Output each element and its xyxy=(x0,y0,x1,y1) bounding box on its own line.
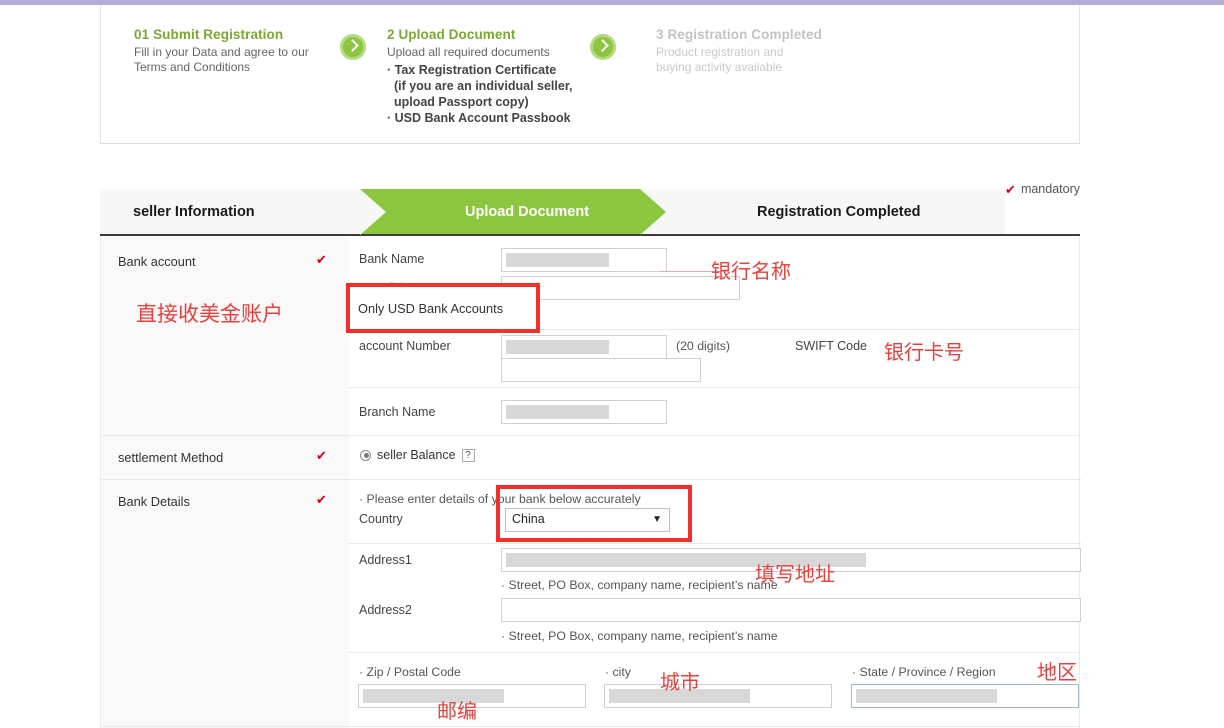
bank-name-label: Bank Name xyxy=(359,252,425,266)
divider xyxy=(349,543,1081,544)
tab-registration-completed[interactable]: Registration Completed xyxy=(640,189,1005,235)
bank-name-input[interactable] xyxy=(501,248,667,272)
step-3-desc: Product registration and buying activity… xyxy=(656,45,784,74)
annotation-card-number-cn: 银行卡号 xyxy=(884,340,964,364)
divider xyxy=(101,726,1081,727)
tab-seller-information[interactable]: seller Information xyxy=(100,189,360,235)
registration-steps-panel: 01 Submit Registration Fill in your Data… xyxy=(100,5,1080,144)
address2-label: Address2 xyxy=(359,603,412,617)
arrow-right-icon-2 xyxy=(590,34,616,60)
annotation-box-country xyxy=(496,485,692,542)
annotation-zip-cn: 邮编 xyxy=(437,699,477,723)
annotation-bank-name-cn: 银行名称 xyxy=(711,259,791,283)
divider xyxy=(349,387,1081,388)
step-1-title: 01 Submit Registration xyxy=(134,27,284,42)
address2-input[interactable] xyxy=(501,598,1081,622)
section-bank-account-cell: Bank account ✔ xyxy=(101,237,349,435)
annotation-receive-usd-cn: 直接收美金账户 xyxy=(136,302,283,326)
required-check-icon: ✔ xyxy=(316,492,327,507)
settlement-seller-balance-label: seller Balance xyxy=(377,448,456,462)
section-bank-details-label: Bank Details xyxy=(118,494,190,509)
help-icon[interactable]: ? xyxy=(461,448,475,462)
page-root: 01 Submit Registration Fill in your Data… xyxy=(0,0,1224,728)
zip-label: · Zip / Postal Code xyxy=(359,665,461,679)
tab-upload-document[interactable]: Upload Document xyxy=(360,189,640,235)
step-1-desc: Fill in your Data and agree to our Terms… xyxy=(134,45,309,74)
section-settlement-method-label: settlement Method xyxy=(118,450,224,465)
tab-upload-document-label: Upload Document xyxy=(465,204,590,220)
annotation-city-cn: 城市 xyxy=(660,670,700,694)
step-1: 01 Submit Registration Fill in your Data… xyxy=(134,27,349,75)
annotation-region-cn: 地区 xyxy=(1037,660,1077,684)
masked-value xyxy=(506,253,609,267)
radio-icon[interactable] xyxy=(360,449,371,461)
step-2-bullet: · Tax Registration Certificate xyxy=(387,63,557,77)
tab-registration-completed-label: Registration Completed xyxy=(757,204,921,220)
tabbar-underline xyxy=(100,234,1080,236)
required-check-icon: ✔ xyxy=(316,448,327,463)
required-check-icon: ✔ xyxy=(316,252,327,267)
city-input[interactable] xyxy=(604,684,832,708)
step-3: 3 Registration Completed Product registr… xyxy=(656,27,886,75)
step-2-bullet: upload Passport copy) xyxy=(387,95,529,109)
city-label: · city xyxy=(605,665,631,679)
settlement-seller-balance-option[interactable]: seller Balance ? xyxy=(360,448,475,462)
masked-value xyxy=(506,405,609,419)
annotation-address-cn: 填写地址 xyxy=(755,562,835,586)
address2-hint: · Street, PO Box, company name, recipien… xyxy=(501,629,778,643)
branch-name-label: Branch Name xyxy=(359,405,436,419)
address1-label: Address1 xyxy=(359,553,412,567)
step-2-bullet: (if you are an individual seller, xyxy=(387,79,573,93)
step-2-bullets: · Tax Registration Certificate (if you a… xyxy=(387,62,637,126)
swift-code-label: SWIFT Code xyxy=(795,339,868,353)
mandatory-legend: ✔ mandatory xyxy=(1005,182,1080,196)
arrow-right-icon-1 xyxy=(340,34,366,60)
divider xyxy=(349,652,1081,653)
state-input[interactable] xyxy=(851,684,1079,708)
annotation-box-usd-only: Only USD Bank Accounts xyxy=(346,283,540,333)
section-bank-account-label: Bank account xyxy=(118,254,196,269)
section-settlement-method-cell: settlement Method ✔ xyxy=(101,436,349,479)
address1-hint: · Street, PO Box, company name, recipien… xyxy=(501,578,778,592)
progress-tabbar: seller Information Upload Document Regis… xyxy=(100,182,1080,236)
account-digits-hint: (20 digits) xyxy=(676,339,730,353)
mandatory-label: mandatory xyxy=(1020,182,1080,196)
masked-value xyxy=(506,340,609,354)
step-3-title: 3 Registration Completed xyxy=(656,27,822,42)
account-number-input[interactable] xyxy=(501,335,667,359)
branch-name-input[interactable] xyxy=(501,400,667,424)
tab-seller-information-label: seller Information xyxy=(133,204,255,220)
section-bank-details-cell: Bank Details ✔ xyxy=(101,480,349,728)
masked-value xyxy=(856,689,998,703)
step-2-bullet: · USD Bank Account Passbook xyxy=(387,111,571,125)
annotation-usd-only-text: Only USD Bank Accounts xyxy=(358,301,504,316)
state-label: · State / Province / Region xyxy=(852,665,996,679)
swift-code-input[interactable] xyxy=(501,358,701,382)
country-label: Country xyxy=(359,512,403,526)
masked-value xyxy=(363,689,505,703)
account-number-label: account Number xyxy=(359,339,451,353)
check-icon: ✔ xyxy=(1005,181,1016,197)
